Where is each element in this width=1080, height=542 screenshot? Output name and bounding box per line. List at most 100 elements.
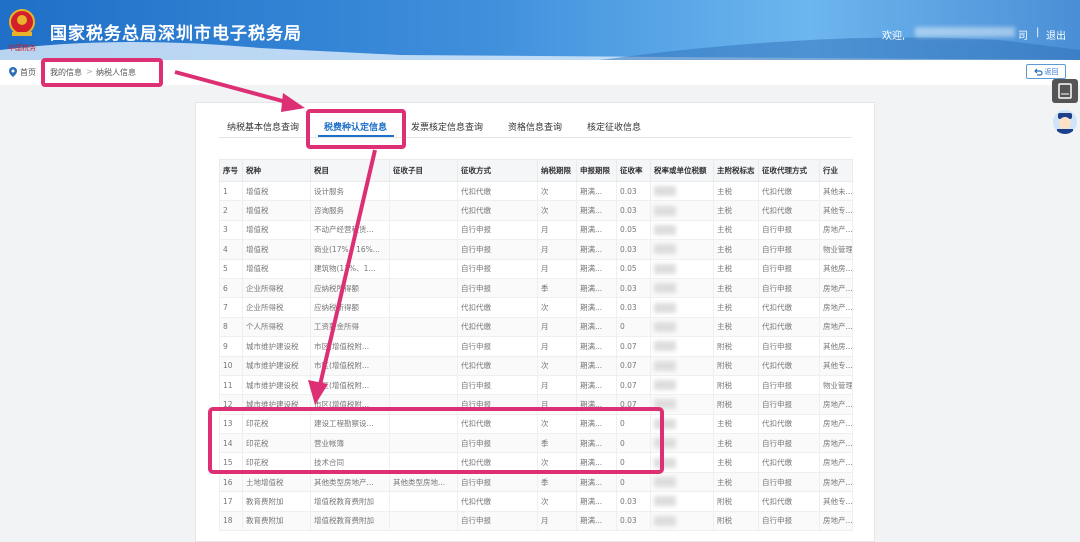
breadcrumb-taxpayer-info: 纳税人信息 (96, 68, 136, 77)
table-cell: 房地产... (819, 413, 853, 435)
table-cell: 企业所得税 (242, 277, 311, 299)
site-title: 国家税务总局深圳市电子税务局 (50, 24, 302, 44)
manual-book-button[interactable] (1052, 79, 1078, 103)
table-row[interactable]: 13 印花税 建设工程勘察设... 代扣代缴次期满... 0 主税 代扣代缴 房地产... (219, 413, 853, 435)
table-row[interactable]: 18 教育费附加 增值税教育费附加 自行申报月期满... 0.03 附税 自行申报 房地产..… (219, 510, 853, 532)
header-separator: | (1036, 27, 1040, 38)
table-cell (650, 316, 714, 338)
table-cell: 个人所得税 (242, 316, 311, 338)
tab-qualification-info[interactable]: 资格信息查询 (508, 120, 562, 133)
table-cell: 季 (537, 471, 577, 493)
breadcrumb-my-info[interactable]: 我的信息 (50, 67, 82, 78)
table-cell: 0.03 (616, 491, 651, 512)
column-header: 申报期限 (576, 159, 617, 182)
table-cell: 自行申报 (758, 336, 820, 357)
table-cell (389, 277, 458, 299)
table-cell: 土地增值税 (242, 471, 311, 493)
table-cell: 设计服务 (310, 180, 390, 202)
table-cell: 14 (219, 433, 243, 454)
table-cell: 自行申报 (457, 239, 538, 260)
table-cell: 应纳税所得额 (310, 277, 390, 299)
blurred-value (654, 205, 676, 216)
table-cell (650, 433, 714, 454)
tab-assessed-collection[interactable]: 核定征收信息 (587, 120, 641, 133)
tab-invoice-approval[interactable]: 发票核定信息查询 (411, 120, 483, 133)
welcome-text: 欢迎, (882, 31, 906, 42)
table-header-row: 序号 税种 税目 征收子目 征收方式 纳税期限 申报期限 征收率 税率或单位税额 主附税标志 征收代… (219, 159, 853, 182)
table-cell: 自行申报 (758, 374, 820, 396)
table-cell: 技术合同 (310, 452, 390, 473)
table-row[interactable]: 10 城市维护建设税 市区(增值税附... 代扣代缴次期满... 0.07 附税 代扣代缴其… (219, 355, 853, 376)
table-cell: 月 (537, 258, 577, 279)
table-cell: 房地产... (819, 219, 853, 241)
assistant-avatar[interactable] (1053, 110, 1077, 134)
officer-avatar-icon (1057, 113, 1073, 134)
table-cell: 自行申报 (758, 239, 820, 260)
blurred-value (654, 399, 676, 410)
table-row[interactable]: 9 城市维护建设税 市区(增值税附... 自行申报月期满... 0.07 附税 自行申报 其他… (219, 336, 853, 357)
table-row[interactable]: 7 企业所得税 应纳税所得额 代扣代缴次期满... 0.03 主税 代扣代缴 房地产... (219, 297, 853, 318)
table-cell: 月 (537, 394, 577, 415)
table-cell: 期满... (576, 433, 617, 454)
table-row[interactable]: 15 印花税 技术合同 代扣代缴次期满... 0 主税 代扣代缴 房地产... (219, 452, 853, 473)
table-cell: 次 (537, 200, 577, 221)
table-cell: 商业(17%、16%... (310, 239, 390, 260)
tab-basic-info[interactable]: 纳税基本信息查询 (227, 120, 299, 133)
table-row[interactable]: 5 增值税 建筑物(11%、1... 自行申报月期满... 0.05 主税 自行申报 其他房.… (219, 258, 853, 279)
table-row[interactable]: 6 企业所得税 应纳税所得额 自行申报季期满... 0.03 主税 自行申报 房地产... (219, 277, 853, 299)
table-cell: 房地产... (819, 316, 853, 338)
username-suffix: 司 (1018, 31, 1028, 42)
table-cell: 0.07 (616, 374, 651, 396)
table-cell (650, 471, 714, 493)
table-cell: 印花税 (242, 433, 311, 454)
table-cell: 自行申报 (457, 433, 538, 454)
table-cell: 房地产... (819, 394, 853, 415)
column-header: 纳税期限 (537, 159, 577, 182)
table-cell (650, 452, 714, 473)
table-cell (650, 277, 714, 299)
breadcrumb-bar (0, 60, 1080, 85)
table-cell: 期满... (576, 277, 617, 299)
table-row[interactable]: 16 土地增值税 其他类型房地产... 其他类型房地... 自行申报季期满... 0 主税自… (219, 471, 853, 493)
table-cell (389, 258, 458, 279)
logout-link[interactable]: 退出 (1046, 27, 1066, 42)
table-cell: 代扣代缴 (758, 452, 820, 473)
table-cell (389, 413, 458, 435)
table-row[interactable]: 14 印花税 营业帐簿 自行申报季期满... 0 主税 自行申报 房地产... (219, 433, 853, 454)
table-cell: 其他专... (819, 491, 853, 512)
table-row[interactable]: 3 增值税 不动产经营租赁... 自行申报月期满... 0.05 主税 自行申报 房地产... (219, 219, 853, 241)
table-row[interactable]: 17 教育费附加 增值税教育费附加 代扣代缴次期满... 0.03 附税 代扣代缴 其他专..… (219, 491, 853, 512)
table-cell: 增值税 (242, 180, 311, 202)
table-cell: 期满... (576, 180, 617, 202)
tax-type-table: 序号 税种 税目 征收子目 征收方式 纳税期限 申报期限 征收率 税率或单位税额 主附税标志 征收代… (219, 159, 853, 532)
table-row[interactable]: 12 城市维护建设税 市区(增值税附... 自行申报月期满... 0.07 附税 自行申报房… (219, 394, 853, 415)
blurred-value (654, 515, 676, 526)
table-row[interactable]: 11 城市维护建设税 市区(增值税附... 自行申报月期满... 0.07 附税 自行申报物… (219, 374, 853, 396)
table-row[interactable]: 1 增值税 设计服务 代扣代缴次期满... 0.03 主税 代扣代缴 其他未... (219, 180, 853, 202)
back-button[interactable]: 返回 (1026, 64, 1066, 79)
table-cell: 季 (537, 277, 577, 299)
table-cell: 主税 (713, 316, 759, 338)
table-cell: 0.07 (616, 336, 651, 357)
table-cell: 房地产... (819, 471, 853, 493)
tab-tax-type-identification[interactable]: 税费种认定信息 (324, 120, 387, 133)
table-cell: 自行申报 (457, 258, 538, 279)
table-cell: 月 (537, 510, 577, 532)
table-cell: 期满... (576, 239, 617, 260)
table-cell (650, 355, 714, 376)
table-row[interactable]: 8 个人所得税 工资薪金所得 代扣代缴月期满... 0 主税 代扣代缴 房地产... (219, 316, 853, 338)
table-cell: 期满... (576, 219, 617, 241)
table-row[interactable]: 2 增值税 咨询服务 代扣代缴次期满... 0.03 主税 代扣代缴 其他专... (219, 200, 853, 221)
table-cell: 附税 (713, 510, 759, 532)
table-cell: 不动产经营租赁... (310, 219, 390, 241)
table-cell: 自行申报 (457, 510, 538, 532)
table-cell: 16 (219, 471, 243, 493)
table-cell: 5 (219, 258, 243, 279)
table-cell: 月 (537, 374, 577, 396)
table-cell: 期满... (576, 471, 617, 493)
breadcrumb-home[interactable]: 首页 (20, 67, 36, 78)
table-cell: 0 (616, 471, 651, 493)
table-cell: 教育费附加 (242, 510, 311, 532)
table-row[interactable]: 4 增值税 商业(17%、16%... 自行申报月期满... 0.03 主税 自行申报 物业管… (219, 239, 853, 260)
table-cell: 市区(增值税附... (310, 394, 390, 415)
